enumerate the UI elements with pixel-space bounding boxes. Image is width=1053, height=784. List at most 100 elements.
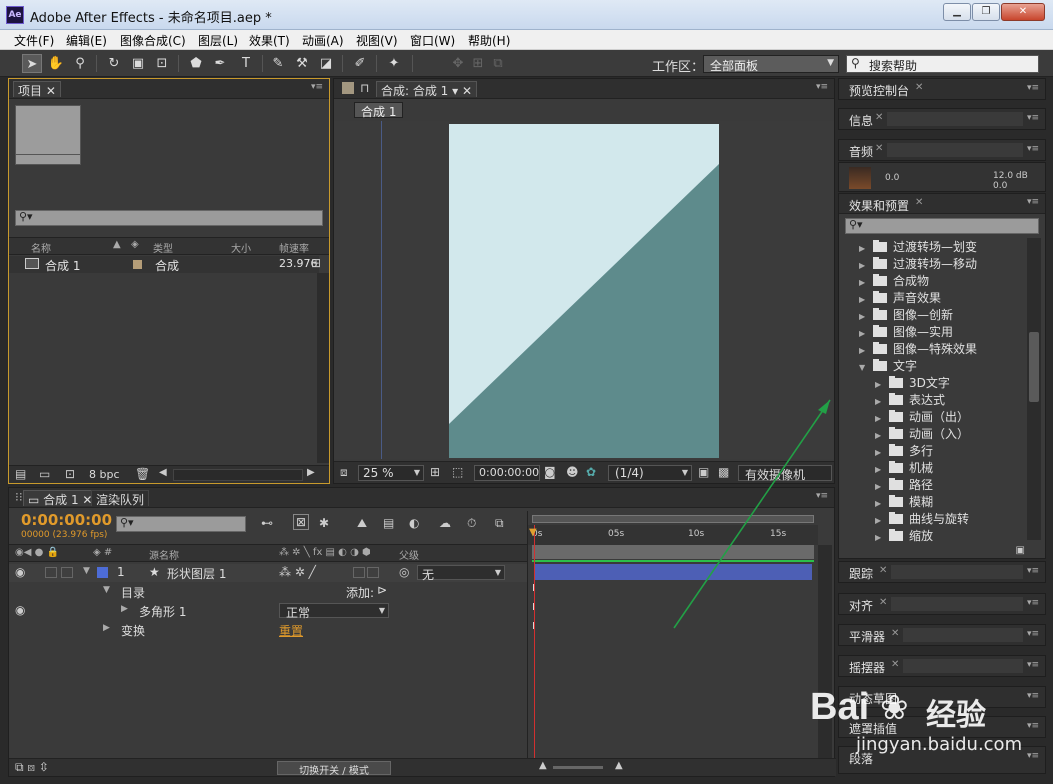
close-icon[interactable]: ✕ — [891, 628, 899, 639]
minimize-button[interactable]: ▁ — [943, 3, 971, 21]
expand-right-icon[interactable]: ▶ — [875, 533, 889, 542]
workspace-select[interactable]: 全部面板 ▼ — [703, 55, 839, 73]
expand-right-icon[interactable]: ▶ — [875, 465, 889, 474]
panel-menu-icon[interactable]: ▾≡ — [311, 82, 323, 92]
bpc-toggle[interactable]: 8 bpc — [89, 468, 120, 481]
expand-icon[interactable]: ▶ — [103, 623, 110, 633]
color-channels-icon[interactable]: ✿ — [586, 465, 596, 479]
live-update-icon[interactable]: ⊠ — [293, 514, 310, 530]
col-type[interactable]: 类型 — [153, 240, 173, 255]
maximize-button[interactable]: ❐ — [972, 3, 1000, 21]
effects-scrollbar[interactable] — [1027, 238, 1041, 540]
project-scrollbar[interactable] — [317, 273, 329, 463]
draft-3d-icon[interactable]: ✱ — [319, 516, 329, 530]
expand-right-icon[interactable]: ▶ — [859, 295, 873, 304]
pick-whip-icon[interactable]: ◎ — [399, 565, 409, 579]
reset-link[interactable]: 重置 — [279, 622, 303, 639]
new-comp-icon[interactable]: ⊡ — [65, 467, 75, 481]
panel-tracker[interactable]: 跟踪 ✕ ▾≡ — [838, 561, 1046, 583]
current-time-indicator[interactable] — [534, 525, 535, 773]
tab-composition[interactable]: 合成: 合成 1 ▾ ✕ — [376, 81, 478, 98]
panel-wiggler[interactable]: 摇摆器 ✕ ▾≡ — [838, 655, 1046, 677]
toggle-switches-modes[interactable]: 切换开关 / 模式 — [277, 761, 391, 777]
col-parent[interactable]: 父级 — [399, 547, 419, 562]
effects-tree-item[interactable]: ▶ 动画（出） — [839, 408, 969, 425]
zoom-out-icon[interactable]: ▲ — [539, 760, 547, 771]
axis-local-icon[interactable]: ✥ — [448, 54, 468, 73]
col-size[interactable]: 大小 — [231, 240, 251, 255]
effects-tree-item[interactable]: ▶ 表达式 — [839, 391, 945, 408]
effects-tree-item[interactable]: ▶ 图像—特殊效果 — [839, 340, 977, 357]
expand-icon[interactable]: ▶ — [121, 604, 128, 614]
zoom-in-icon[interactable]: ▲ — [615, 760, 623, 771]
effects-search-input[interactable]: ⚲▾ — [845, 218, 1039, 234]
expand-icon[interactable]: ▼ — [103, 585, 110, 595]
expand-right-icon[interactable]: ▶ — [859, 261, 873, 270]
layer-label-swatch[interactable] — [97, 567, 108, 578]
expand-right-icon[interactable]: ▶ — [875, 482, 889, 491]
zoom-select[interactable]: 25 % ▼ — [358, 465, 424, 481]
effects-tree-item[interactable]: ▶ 机械 — [839, 459, 933, 476]
panel-audio[interactable]: 音频 ✕ ▾≡ — [838, 139, 1046, 161]
close-icon[interactable]: ✕ — [879, 565, 887, 576]
menu-animation[interactable]: 动画(A) — [302, 32, 344, 49]
expand-right-icon[interactable]: ▶ — [859, 346, 873, 355]
rotate-tool-icon[interactable]: ↻ — [104, 54, 124, 73]
new-folder-icon[interactable]: ▭ — [39, 467, 50, 481]
snapshot-icon[interactable]: ◙ — [544, 465, 556, 479]
frame-blend-icon[interactable]: ▤ — [383, 516, 394, 530]
effects-tree-item[interactable]: ▶ 曲线与旋转 — [839, 510, 969, 527]
menu-layer[interactable]: 图层(L) — [198, 32, 238, 49]
puppet-pin-tool-icon[interactable]: ✦ — [384, 54, 404, 73]
panel-smoother[interactable]: 平滑器 ✕ ▾≡ — [838, 624, 1046, 646]
type-tool-icon[interactable]: T — [236, 54, 256, 73]
panel-menu-icon[interactable]: ▾≡ — [816, 82, 828, 92]
expand-right-icon[interactable]: ▶ — [875, 499, 889, 508]
flow-chart-icon[interactable]: ⊷ — [261, 516, 273, 530]
col-name[interactable]: 名称 — [31, 240, 51, 255]
tab-render-queue[interactable]: 渲染队列 — [91, 490, 150, 507]
panel-preview[interactable]: 预览控制台 ✕ ▾≡ — [838, 78, 1046, 100]
always-preview-icon[interactable]: ⧈ — [340, 465, 348, 480]
expand-right-icon[interactable]: ▶ — [875, 397, 889, 406]
menu-help[interactable]: 帮助(H) — [468, 32, 510, 49]
comp-timecode[interactable]: 0:00:00:00 — [474, 465, 540, 481]
effects-tree-item[interactable]: ▶ 图像—实用 — [839, 323, 953, 340]
brainstorm-icon[interactable]: ☁ — [439, 516, 451, 530]
expand-right-icon[interactable]: ▶ — [859, 278, 873, 287]
menu-window[interactable]: 窗口(W) — [410, 32, 455, 49]
project-search-input[interactable]: ⚲▾ — [15, 210, 323, 226]
timeline-timecode[interactable]: 0:00:00:00 — [21, 511, 112, 529]
layer-name[interactable]: 形状图层 1 — [167, 565, 226, 582]
effects-tree-item[interactable]: ▶ 过渡转场—移动 — [839, 255, 977, 272]
effects-tree-item[interactable]: ▶ 缩放 — [839, 527, 933, 542]
help-search-input[interactable]: ⚲ 搜索帮助 — [846, 55, 1039, 73]
menu-effect[interactable]: 效果(T) — [249, 32, 290, 49]
contents-row[interactable]: ▼ 目录 添加: ⊳ — [9, 583, 527, 601]
menu-file[interactable]: 文件(F) — [14, 32, 54, 49]
panel-menu-icon[interactable]: ▾≡ — [1027, 197, 1039, 207]
effects-tree-item[interactable]: ▶ 声音效果 — [839, 289, 941, 306]
expand-right-icon[interactable]: ▶ — [875, 414, 889, 423]
zoom-tool-icon[interactable]: ⚲ — [70, 54, 90, 73]
tab-project[interactable]: 项目 ✕ — [13, 81, 61, 98]
expand-icon[interactable]: ▼ — [83, 566, 90, 576]
col-fps[interactable]: 帧速率 — [279, 240, 309, 255]
project-item[interactable]: 合成 1 合成 23.976 ⊞ — [9, 256, 321, 273]
expand-right-icon[interactable]: ▶ — [875, 516, 889, 525]
blend-mode-select[interactable]: 正常 ▼ — [279, 603, 389, 620]
effects-tree-item[interactable]: ▶ 3D文字 — [839, 374, 950, 391]
eye-icon[interactable]: ◉ — [15, 565, 25, 579]
effects-tree-item[interactable]: ▶ 路径 — [839, 476, 933, 493]
close-icon[interactable]: ✕ — [915, 82, 923, 93]
hand-tool-icon[interactable]: ✋ — [46, 54, 66, 73]
add-button-icon[interactable]: ⊳ — [377, 583, 387, 597]
effects-tree-item[interactable]: ▶ 模糊 — [839, 493, 933, 510]
effects-tree-item[interactable]: ▶ 多行 — [839, 442, 933, 459]
tab-comp-timeline[interactable]: ▭ 合成 1 ✕ — [23, 490, 98, 507]
eraser-tool-icon[interactable]: ◪ — [316, 54, 336, 73]
col-source-name[interactable]: 源名称 — [149, 547, 179, 562]
pan-behind-tool-icon[interactable]: ⊡ — [152, 54, 172, 73]
effects-tree-item[interactable]: ▶ 动画（入） — [839, 425, 969, 442]
close-icon[interactable]: ✕ — [875, 143, 883, 154]
